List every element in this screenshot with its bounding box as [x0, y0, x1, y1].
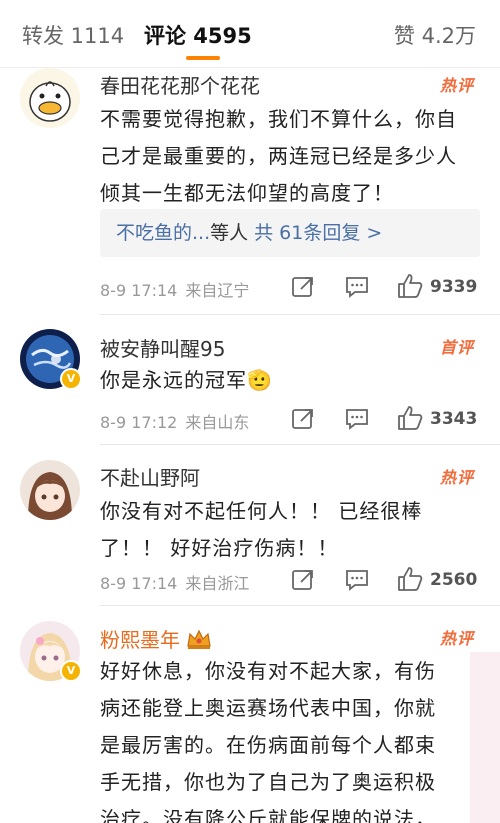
tab-reposts[interactable]: 转发 1114 [22, 20, 124, 50]
comment-meta: 8-9 17:14 来自辽宁 [100, 277, 249, 301]
share-icon[interactable] [290, 274, 316, 300]
share-icon[interactable] [290, 406, 316, 432]
verified-badge: V [60, 660, 82, 682]
like-count: 2560 [430, 570, 478, 590]
like-count: 3343 [430, 409, 478, 429]
comment-icon[interactable] [344, 274, 370, 300]
comment-icon[interactable] [344, 567, 370, 593]
active-tab-indicator [186, 56, 220, 60]
hot-comment-badge: 热评 [439, 468, 474, 487]
comment-location: 来自山东 [185, 413, 250, 432]
comment-location: 来自浙江 [185, 574, 250, 593]
avatar[interactable] [20, 68, 80, 128]
share-icon[interactable] [290, 567, 316, 593]
comment-text: 不需要觉得抱歉，我们不算什么，你自 己才是最重要的，两连冠已经是多少人 倾其一生… [100, 107, 457, 205]
comment-time: 8-9 17:14 [100, 281, 178, 300]
commenter-name-text: 粉熙墨年 [100, 628, 180, 652]
replies-preview[interactable]: 不吃鱼的...等人共 61条回复 > [100, 209, 480, 257]
duck-avatar-icon [20, 68, 80, 128]
reply-count-link[interactable]: 共 61条回复 > [254, 222, 382, 244]
tab-comments[interactable]: 评论 4595 [144, 20, 252, 50]
comment-time: 8-9 17:12 [100, 413, 178, 432]
like-icon[interactable] [396, 404, 424, 430]
divider [100, 444, 500, 445]
first-comment-badge: 首评 [439, 338, 474, 357]
comment-text: 好好休息，你没有对不起大家，有伤 病还能登上奥运赛场代表中国，你就 是最厉害的。… [100, 659, 436, 823]
commenter-name[interactable]: 不赴山野阿 [100, 462, 200, 491]
like-count: 9339 [430, 277, 478, 297]
comment-meta: 8-9 17:14 来自浙江 [100, 570, 249, 594]
side-decoration [470, 652, 500, 823]
comment-text: 你是永远的冠军🫡 [100, 368, 273, 392]
reply-etc: 等人 [210, 222, 249, 244]
like-icon[interactable] [396, 272, 424, 298]
comment-tabbar: 转发 1114 评论 4595 赞 4.2万 [0, 0, 500, 68]
avatar[interactable] [20, 460, 80, 520]
comment-meta: 8-9 17:12 来自山东 [100, 409, 249, 433]
hot-comment-badge: 热评 [439, 629, 474, 648]
comment-location: 来自辽宁 [185, 281, 250, 300]
comment-time: 8-9 17:14 [100, 574, 178, 593]
like-icon[interactable] [396, 565, 424, 591]
anime-girl-avatar-icon [20, 460, 80, 520]
vip-crown-icon [186, 628, 212, 655]
verified-badge: V [60, 368, 82, 390]
hot-comment-badge: 热评 [439, 76, 474, 95]
comment-icon[interactable] [344, 406, 370, 432]
divider [100, 605, 500, 606]
divider [100, 314, 500, 315]
commenter-name[interactable]: 春田花花那个花花 [100, 70, 260, 99]
reply-author: 不吃鱼的... [116, 222, 211, 244]
tab-likes[interactable]: 赞 4.2万 [394, 20, 476, 50]
commenter-name[interactable]: 被安静叫醒95 [100, 333, 225, 362]
commenter-name[interactable]: 粉熙墨年 [100, 624, 212, 655]
comment-text: 你没有对不起任何人！！ 已经很棒 了！！ 好好治疗伤病！！ [100, 499, 423, 560]
